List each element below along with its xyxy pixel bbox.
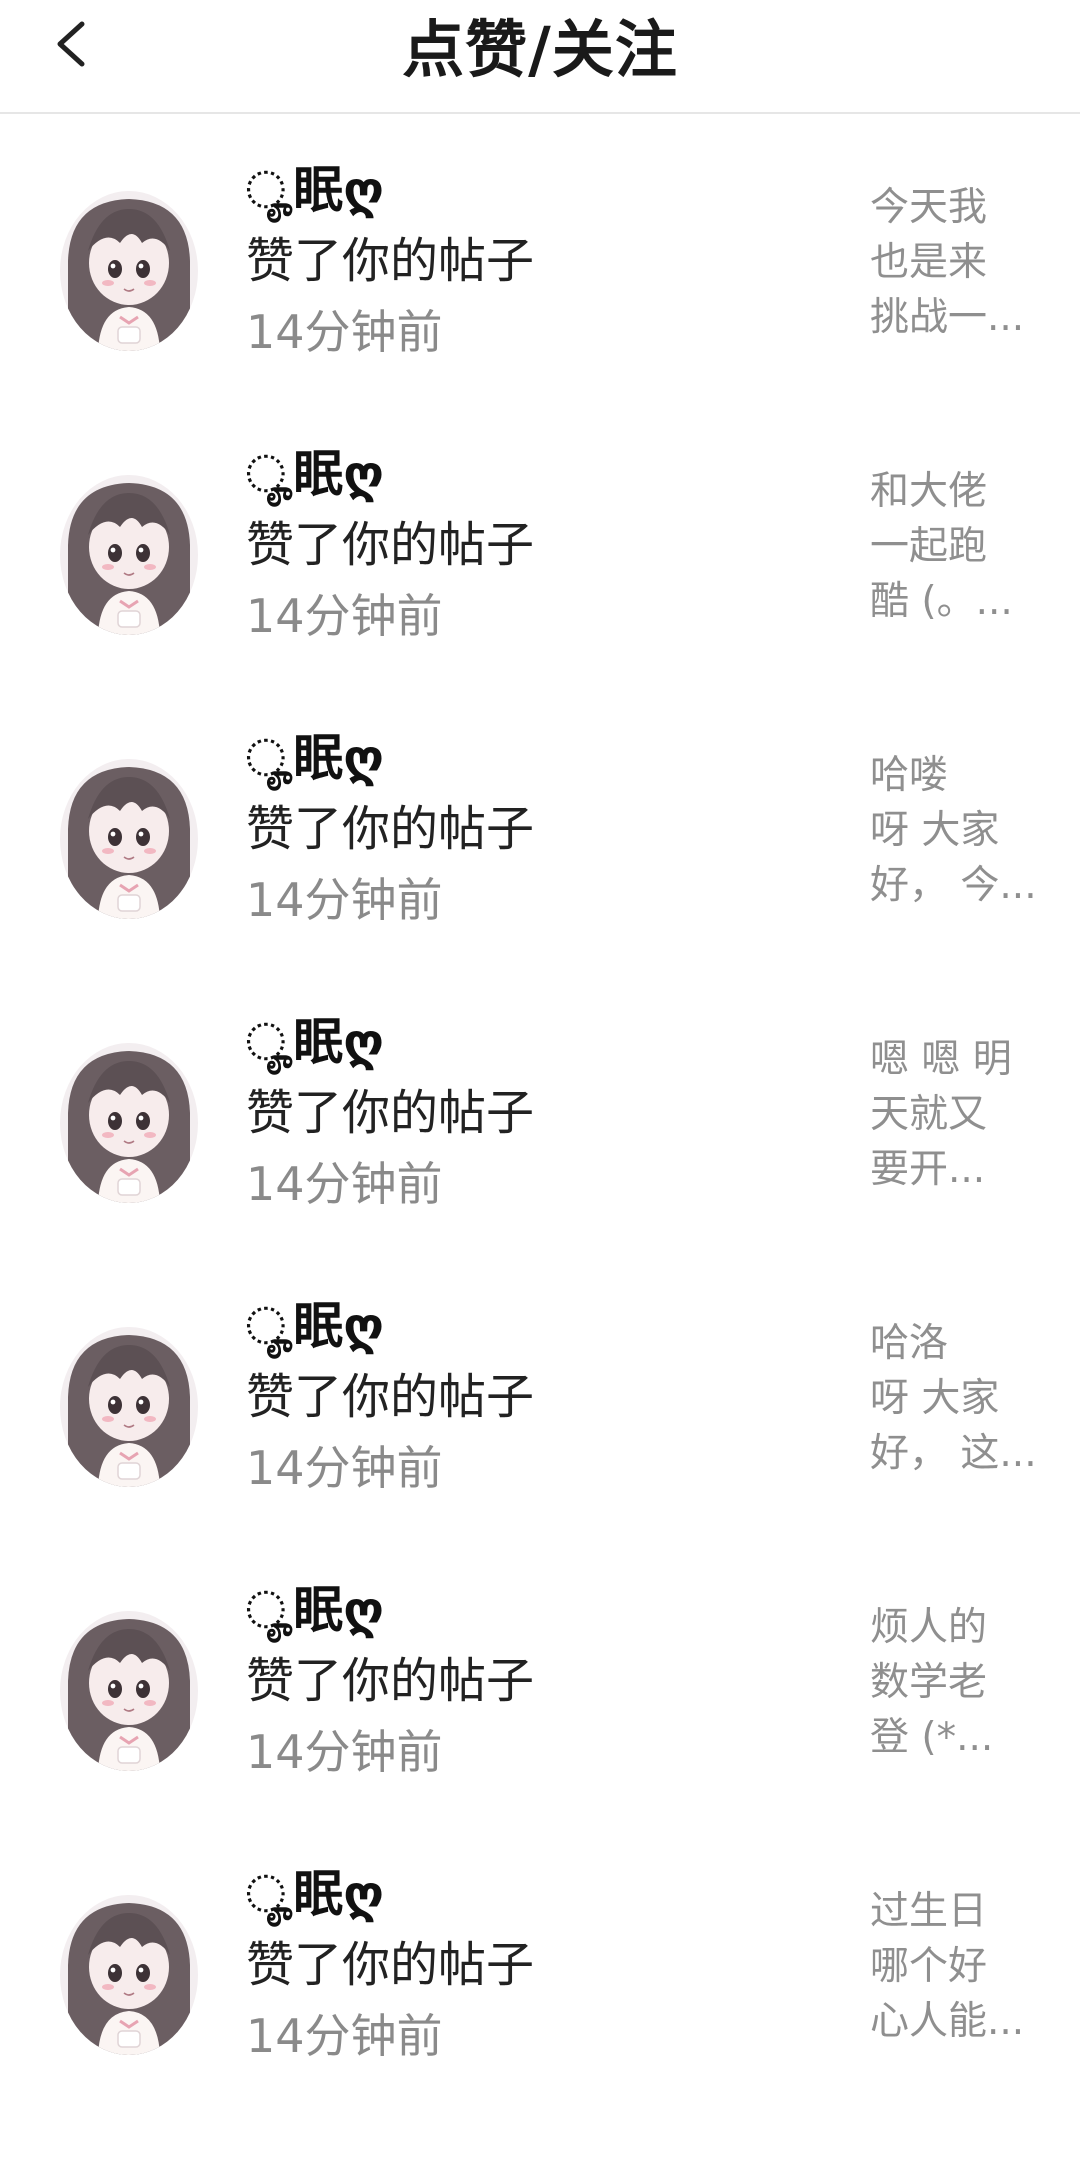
avatar[interactable] [60, 1327, 198, 1487]
timestamp: 14分钟前 [246, 589, 443, 643]
post-preview[interactable]: 今天我 也是来 挑战一... [870, 180, 1042, 345]
user-name[interactable]: ೄ眠ღ [246, 1578, 384, 1642]
preview-line: 嗯 嗯 明 [870, 1037, 1012, 1082]
anime-girl-avatar-image [60, 1043, 198, 1203]
timestamp: 14分钟前 [246, 1441, 443, 1495]
avatar[interactable] [60, 1895, 198, 2055]
timestamp: 14分钟前 [246, 1157, 443, 1211]
anime-girl-avatar-image [60, 1327, 198, 1487]
anime-girl-avatar-image [60, 475, 198, 635]
avatar[interactable] [60, 1611, 198, 1771]
timestamp: 14分钟前 [246, 1725, 443, 1779]
timestamp: 14分钟前 [246, 305, 443, 359]
notification-item[interactable]: ೄ眠ღ 赞了你的帖子 14分钟前 今天我 也是来 挑战一... [0, 154, 1080, 438]
preview-line: 呀 大家 [870, 808, 1000, 853]
timestamp: 14分钟前 [246, 873, 443, 927]
preview-line: 好， 今... [870, 863, 1037, 908]
action-text: 赞了你的帖子 [246, 1937, 535, 1993]
notification-item[interactable]: ೄ眠ღ 赞了你的帖子 14分钟前 和大佬 一起跑 酷 (。... [0, 438, 1080, 722]
post-preview[interactable]: 过生日 哪个好 心人能... [870, 1884, 1042, 2049]
preview-line: 要开... [870, 1147, 986, 1192]
post-preview[interactable]: 哈喽 呀 大家 好， 今... [870, 748, 1042, 913]
anime-girl-avatar-image [60, 191, 198, 351]
preview-line: 哈洛 [870, 1321, 949, 1366]
top-bar: 点赞/关注 [0, 0, 1080, 114]
user-name[interactable]: ೄ眠ღ [246, 442, 384, 506]
notification-item[interactable]: ೄ眠ღ 赞了你的帖子 14分钟前 过生日 哪个好 心人能... [0, 1858, 1080, 2142]
page-title: 点赞/关注 [402, 13, 678, 86]
user-name[interactable]: ೄ眠ღ [246, 1010, 384, 1074]
user-name[interactable]: ೄ眠ღ [246, 158, 384, 222]
action-text: 赞了你的帖子 [246, 801, 535, 857]
notification-list: ೄ眠ღ 赞了你的帖子 14分钟前 今天我 也是来 挑战一... ೄ眠ღ 赞了你的… [0, 154, 1080, 2142]
preview-line: 一起跑 [870, 524, 988, 569]
action-text: 赞了你的帖子 [246, 517, 535, 573]
post-preview[interactable]: 嗯 嗯 明 天就又 要开... [870, 1032, 1042, 1197]
preview-line: 心人能... [870, 1999, 1025, 2044]
action-text: 赞了你的帖子 [246, 233, 535, 289]
user-name[interactable]: ೄ眠ღ [246, 726, 384, 790]
notification-item[interactable]: ೄ眠ღ 赞了你的帖子 14分钟前 哈洛 呀 大家 好， 这... [0, 1290, 1080, 1574]
preview-line: 酷 (。... [870, 579, 1013, 624]
anime-girl-avatar-image [60, 759, 198, 919]
action-text: 赞了你的帖子 [246, 1369, 535, 1425]
avatar[interactable] [60, 191, 198, 351]
post-preview[interactable]: 哈洛 呀 大家 好， 这... [870, 1316, 1042, 1481]
preview-line: 烦人的 [870, 1605, 988, 1650]
notification-item[interactable]: ೄ眠ღ 赞了你的帖子 14分钟前 烦人的 数学老 登 (*... [0, 1574, 1080, 1858]
notification-item[interactable]: ೄ眠ღ 赞了你的帖子 14分钟前 哈喽 呀 大家 好， 今... [0, 722, 1080, 1006]
preview-line: 登 (*... [870, 1715, 994, 1760]
preview-line: 数学老 [870, 1660, 988, 1705]
avatar[interactable] [60, 1043, 198, 1203]
user-name[interactable]: ೄ眠ღ [246, 1294, 384, 1358]
preview-line: 哪个好 [870, 1944, 988, 1989]
action-text: 赞了你的帖子 [246, 1085, 535, 1141]
post-preview[interactable]: 烦人的 数学老 登 (*... [870, 1600, 1042, 1765]
preview-line: 呀 大家 [870, 1376, 1000, 1421]
preview-line: 哈喽 [870, 753, 949, 798]
preview-line: 也是来 [870, 240, 988, 285]
post-preview[interactable]: 和大佬 一起跑 酷 (。... [870, 464, 1042, 629]
timestamp: 14分钟前 [246, 2009, 443, 2063]
user-name[interactable]: ೄ眠ღ [246, 1862, 384, 1926]
preview-line: 好， 这... [870, 1431, 1037, 1476]
avatar[interactable] [60, 759, 198, 919]
preview-line: 过生日 [870, 1889, 988, 1934]
preview-line: 今天我 [870, 185, 988, 230]
anime-girl-avatar-image [60, 1611, 198, 1771]
notification-item[interactable]: ೄ眠ღ 赞了你的帖子 14分钟前 嗯 嗯 明 天就又 要开... [0, 1006, 1080, 1290]
avatar[interactable] [60, 475, 198, 635]
preview-line: 和大佬 [870, 469, 988, 514]
action-text: 赞了你的帖子 [246, 1653, 535, 1709]
preview-line: 挑战一... [870, 295, 1025, 340]
anime-girl-avatar-image [60, 1895, 198, 2055]
preview-line: 天就又 [870, 1092, 988, 1137]
